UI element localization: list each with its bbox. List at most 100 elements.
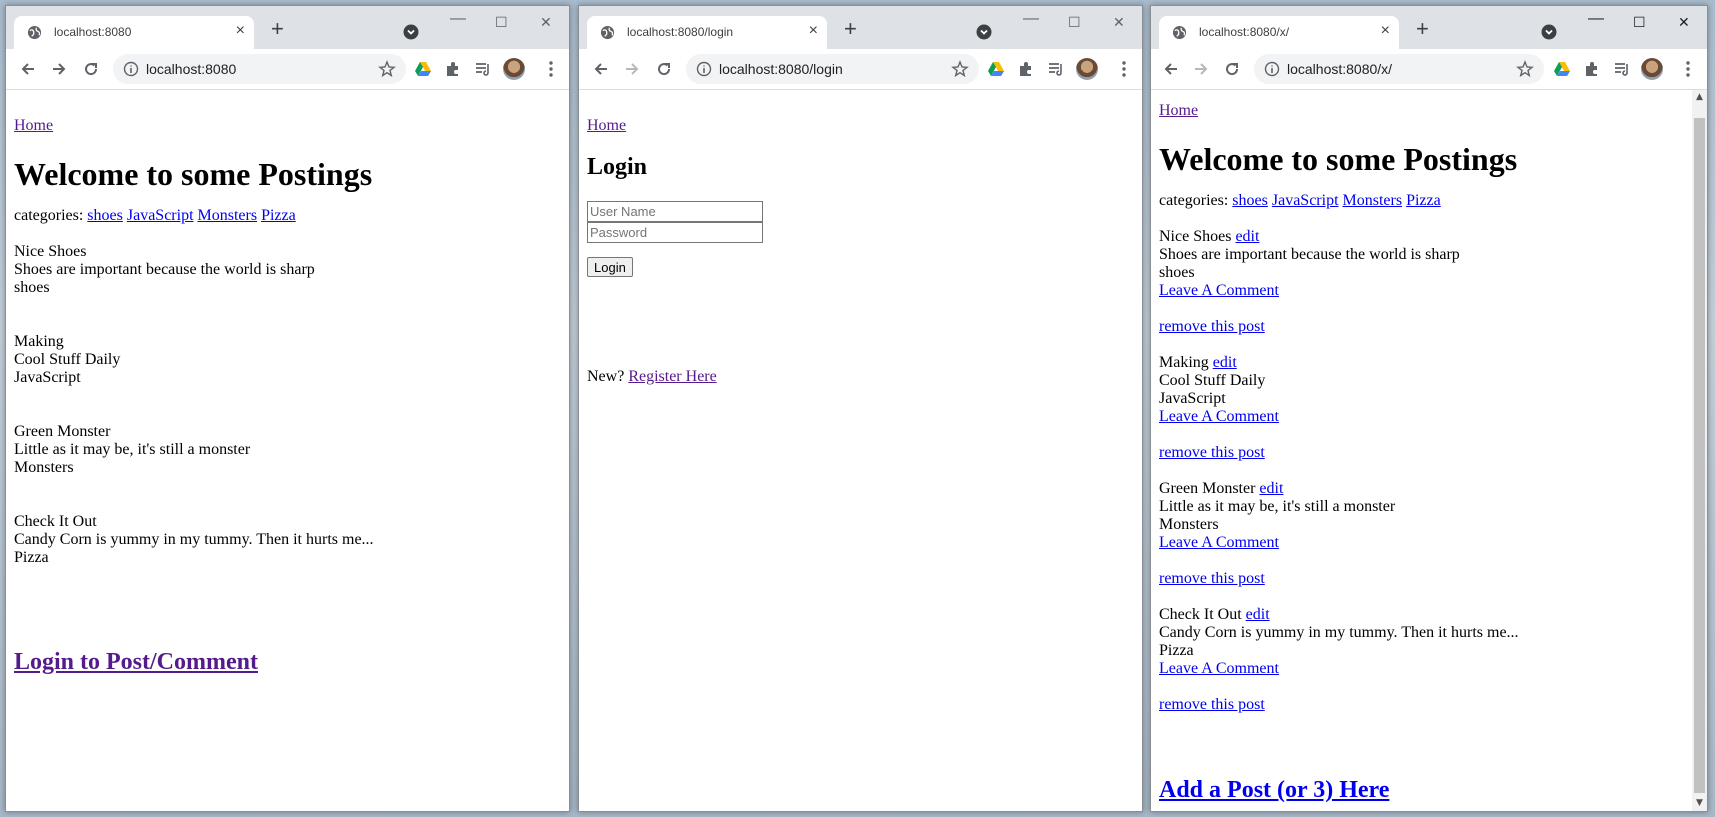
- more-menu-icon[interactable]: [1114, 59, 1134, 79]
- edit-link[interactable]: edit: [1235, 228, 1259, 245]
- info-icon[interactable]: [1264, 61, 1280, 77]
- post-category: Pizza: [1159, 642, 1194, 659]
- profile-avatar[interactable]: [503, 58, 525, 80]
- tab-title: localhost:8080/x/: [1199, 25, 1290, 39]
- minimize-button[interactable]: —: [1588, 10, 1604, 28]
- vertical-scrollbar[interactable]: ▲ ▼: [1692, 90, 1707, 811]
- bookmark-star-icon[interactable]: [1516, 60, 1534, 78]
- extensions-puzzle-icon[interactable]: [1583, 60, 1601, 78]
- minimize-button[interactable]: —: [450, 10, 466, 28]
- category-link-javascript[interactable]: JavaScript: [1272, 192, 1339, 209]
- forward-arrow-icon[interactable]: [49, 59, 69, 79]
- profile-avatar[interactable]: [1641, 58, 1663, 80]
- forward-arrow-icon[interactable]: [622, 59, 642, 79]
- tab-admin[interactable]: localhost:8080/x/ ×: [1159, 16, 1399, 49]
- google-drive-icon[interactable]: [414, 60, 432, 78]
- close-tab-icon[interactable]: ×: [1381, 22, 1390, 40]
- close-window-button[interactable]: ✕: [540, 14, 552, 31]
- reload-icon[interactable]: [81, 59, 101, 79]
- bookmark-star-icon[interactable]: [951, 60, 969, 78]
- home-link[interactable]: Home: [14, 117, 53, 135]
- tab-strip: localhost:8080 × + — ☐ ✕: [6, 6, 569, 49]
- remove-post-link[interactable]: remove this post: [1159, 444, 1279, 462]
- back-arrow-icon[interactable]: [1161, 59, 1181, 79]
- back-arrow-icon[interactable]: [591, 59, 611, 79]
- category-link-pizza[interactable]: Pizza: [1406, 192, 1441, 209]
- reload-icon[interactable]: [1222, 59, 1242, 79]
- category-link-shoes[interactable]: shoes: [87, 207, 123, 224]
- edit-link[interactable]: edit: [1246, 606, 1270, 623]
- leave-comment-link[interactable]: Leave A Comment: [1159, 534, 1395, 552]
- remove-post-link[interactable]: remove this post: [1159, 570, 1395, 588]
- category-link-pizza[interactable]: Pizza: [261, 207, 296, 224]
- address-bar[interactable]: localhost:8080: [113, 54, 406, 84]
- leave-comment-link[interactable]: Leave A Comment: [1159, 660, 1519, 678]
- category-link-monsters[interactable]: Monsters: [198, 207, 258, 224]
- post-title-row: Making edit: [1159, 354, 1279, 372]
- google-drive-icon[interactable]: [1553, 60, 1571, 78]
- browser-window-home: localhost:8080 × + — ☐ ✕ localhost:8080 …: [5, 5, 570, 812]
- login-to-post-link[interactable]: Login to Post/Comment: [14, 648, 258, 676]
- post-title-row: Check It Out edit: [1159, 606, 1519, 624]
- tab-search-icon[interactable]: [1541, 24, 1557, 40]
- tab-home[interactable]: localhost:8080 ×: [14, 16, 254, 49]
- close-window-button[interactable]: ✕: [1113, 14, 1125, 31]
- bookmark-star-icon[interactable]: [378, 60, 396, 78]
- maximize-button[interactable]: ☐: [495, 14, 508, 31]
- browser-toolbar: localhost:8080/x/: [1151, 49, 1707, 90]
- page-content: Home Welcome to some Postings categories…: [6, 90, 569, 811]
- reading-list-icon[interactable]: [1613, 60, 1631, 78]
- add-post-link[interactable]: Add a Post (or 3) Here: [1159, 776, 1389, 804]
- close-tab-icon[interactable]: ×: [236, 22, 245, 40]
- url-text: localhost:8080/x/: [1287, 61, 1393, 77]
- new-tab-button[interactable]: +: [271, 18, 284, 40]
- leave-comment-link[interactable]: Leave A Comment: [1159, 282, 1460, 300]
- scrollbar-thumb[interactable]: [1694, 118, 1705, 793]
- address-bar[interactable]: localhost:8080/x/: [1254, 54, 1544, 84]
- close-tab-icon[interactable]: ×: [809, 22, 818, 40]
- password-input[interactable]: [587, 222, 763, 243]
- post-body: Shoes are important because the world is…: [14, 261, 315, 278]
- scroll-up-arrow-icon[interactable]: ▲: [1692, 90, 1707, 105]
- login-button[interactable]: Login: [587, 257, 633, 277]
- extensions-puzzle-icon[interactable]: [444, 60, 462, 78]
- register-link[interactable]: Register Here: [628, 368, 716, 385]
- post-item: Green Monster Little as it may be, it's …: [14, 423, 250, 477]
- remove-post-link[interactable]: remove this post: [1159, 696, 1519, 714]
- edit-link[interactable]: edit: [1213, 354, 1237, 371]
- extensions-puzzle-icon[interactable]: [1017, 60, 1035, 78]
- category-link-monsters[interactable]: Monsters: [1343, 192, 1403, 209]
- new-tab-button[interactable]: +: [844, 18, 857, 40]
- google-drive-icon[interactable]: [987, 60, 1005, 78]
- post-body: Shoes are important because the world is…: [1159, 246, 1460, 263]
- maximize-button[interactable]: ☐: [1068, 14, 1081, 31]
- new-tab-button[interactable]: +: [1416, 18, 1429, 40]
- info-icon[interactable]: [123, 61, 139, 77]
- more-menu-icon[interactable]: [541, 59, 561, 79]
- more-menu-icon[interactable]: [1678, 59, 1698, 79]
- address-bar[interactable]: localhost:8080/login: [686, 54, 979, 84]
- reading-list-icon[interactable]: [474, 60, 492, 78]
- category-link-shoes[interactable]: shoes: [1232, 192, 1268, 209]
- back-arrow-icon[interactable]: [18, 59, 38, 79]
- profile-avatar[interactable]: [1076, 58, 1098, 80]
- scroll-down-arrow-icon[interactable]: ▼: [1692, 796, 1707, 811]
- maximize-button[interactable]: ☐: [1633, 14, 1646, 31]
- tab-login[interactable]: localhost:8080/login ×: [587, 16, 827, 49]
- remove-post-link[interactable]: remove this post: [1159, 318, 1460, 336]
- reading-list-icon[interactable]: [1047, 60, 1065, 78]
- forward-arrow-icon[interactable]: [1191, 59, 1211, 79]
- home-link[interactable]: Home: [1159, 102, 1198, 120]
- home-link[interactable]: Home: [587, 117, 626, 135]
- username-input[interactable]: [587, 201, 763, 222]
- info-icon[interactable]: [696, 61, 712, 77]
- reload-icon[interactable]: [654, 59, 674, 79]
- categories-row: categories: shoes JavaScript Monsters Pi…: [14, 207, 296, 225]
- minimize-button[interactable]: —: [1023, 10, 1039, 28]
- tab-search-icon[interactable]: [976, 24, 992, 40]
- tab-search-icon[interactable]: [403, 24, 419, 40]
- leave-comment-link[interactable]: Leave A Comment: [1159, 408, 1279, 426]
- edit-link[interactable]: edit: [1259, 480, 1283, 497]
- category-link-javascript[interactable]: JavaScript: [127, 207, 194, 224]
- close-window-button[interactable]: ✕: [1678, 14, 1690, 31]
